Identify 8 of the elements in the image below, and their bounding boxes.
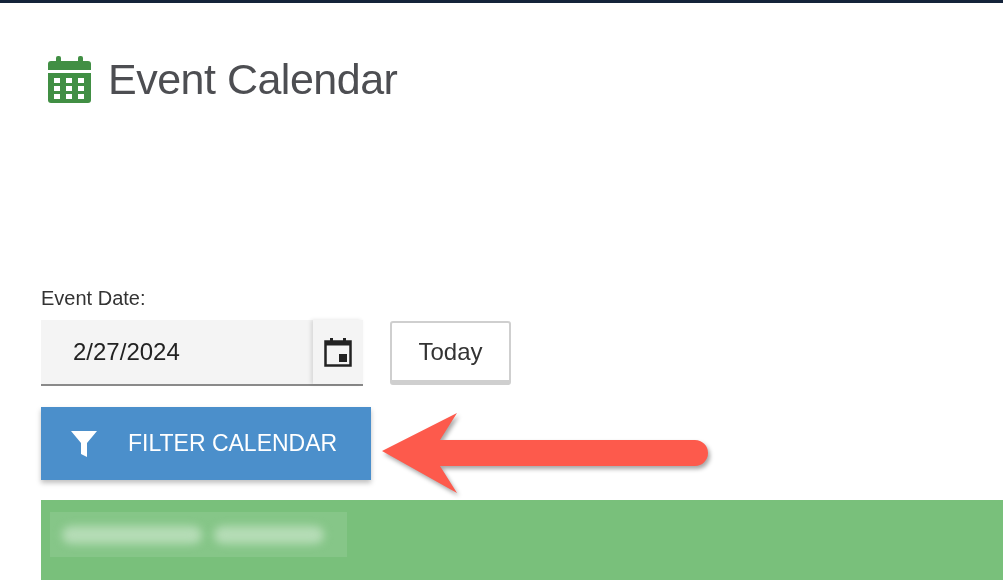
date-picker-button[interactable]	[313, 320, 363, 384]
date-field[interactable]: 2/27/2024	[41, 320, 363, 386]
page-title: Event Calendar	[108, 55, 398, 104]
filter-icon	[71, 430, 97, 457]
today-button[interactable]: Today	[390, 321, 511, 385]
calendar-icon	[48, 55, 92, 104]
field-label: Event Date:	[41, 287, 147, 310]
calendar-icon	[324, 337, 352, 367]
